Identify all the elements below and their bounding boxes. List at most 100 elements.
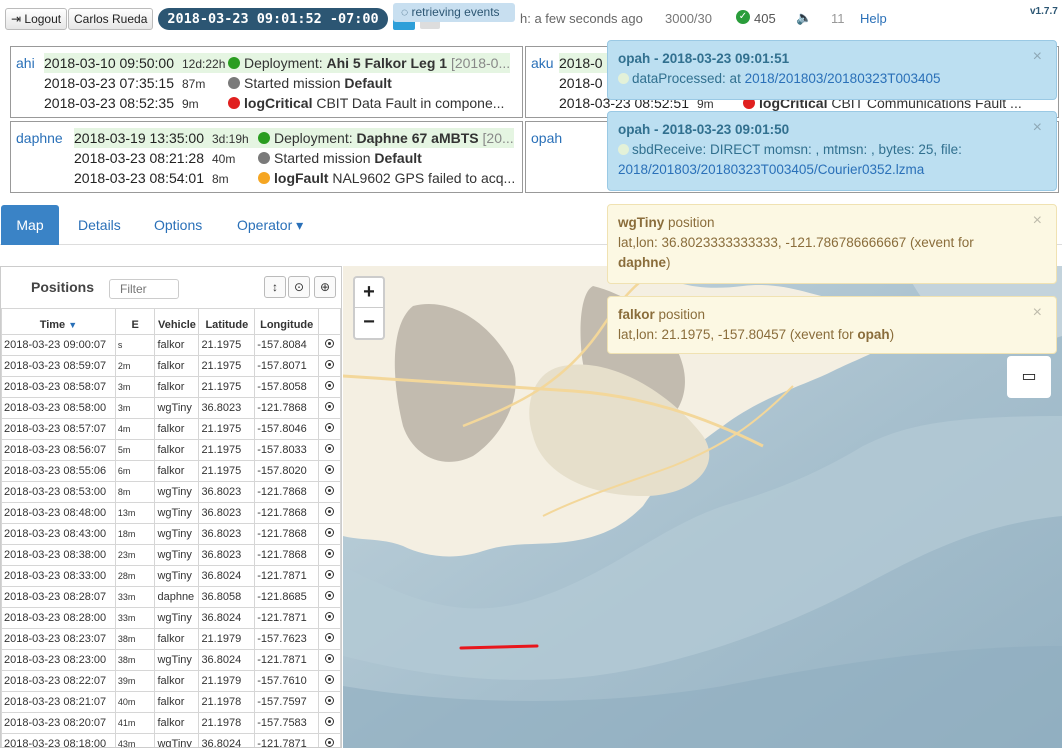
- locate-cell[interactable]: [318, 481, 341, 503]
- locate-cell[interactable]: [318, 586, 341, 608]
- locate-cell[interactable]: [318, 418, 341, 440]
- platform-name[interactable]: opah: [531, 130, 562, 146]
- table-row[interactable]: 2018-03-23 08:22:07 39m falkor 21.1979 -157.…: [1, 670, 341, 692]
- notification-opah-sbdreceive[interactable]: opah - 2018-03-23 09:01:50 sbdReceive: D…: [607, 111, 1057, 191]
- locate-cell[interactable]: [318, 649, 341, 671]
- table-row[interactable]: 2018-03-23 08:28:07 33m daphne 36.8058 -121.…: [1, 586, 341, 608]
- column-vehicle[interactable]: Vehicle: [154, 308, 200, 335]
- table-row[interactable]: 2018-03-23 08:53:00 8m wgTiny 36.8023 -121.7…: [1, 481, 341, 503]
- tab-map[interactable]: Map: [1, 205, 59, 245]
- vertical-resize-icon[interactable]: ↕: [264, 276, 286, 298]
- vehicle-track[interactable]: [459, 644, 539, 650]
- locate-cell[interactable]: [318, 376, 341, 398]
- target-icon[interactable]: [325, 465, 335, 474]
- close-icon[interactable]: ×: [1033, 47, 1042, 67]
- locate-cell[interactable]: [318, 460, 341, 482]
- target-icon[interactable]: [325, 423, 335, 432]
- target-icon[interactable]: [325, 528, 335, 537]
- locate-cell[interactable]: [318, 733, 341, 747]
- locate-cell[interactable]: [318, 439, 341, 461]
- locate-cell[interactable]: [318, 670, 341, 692]
- table-row[interactable]: 2018-03-23 08:38:00 23m wgTiny 36.8023 -121.…: [1, 544, 341, 566]
- column-longitude[interactable]: Longitude: [254, 308, 320, 335]
- locate-cell[interactable]: [318, 397, 341, 419]
- platform-name[interactable]: ahi: [16, 55, 35, 71]
- target-icon[interactable]: [325, 507, 335, 516]
- table-row[interactable]: 2018-03-23 08:33:00 28m wgTiny 36.8024 -121.…: [1, 565, 341, 587]
- table-row[interactable]: 2018-03-23 08:18:00 43m wgTiny 36.8024 -121.…: [1, 733, 341, 747]
- zoom-in-button[interactable]: +: [355, 278, 383, 308]
- cell-longitude: -121.7868: [254, 502, 320, 524]
- target-icon[interactable]: [325, 696, 335, 705]
- column-time[interactable]: Time ▼: [1, 308, 116, 335]
- locate-cell[interactable]: [318, 712, 341, 734]
- platform-name[interactable]: daphne: [16, 130, 63, 146]
- data-link[interactable]: 2018/201803/20180323T003405: [745, 71, 941, 86]
- user-button[interactable]: Carlos Rueda: [68, 8, 154, 30]
- column-e[interactable]: E: [114, 308, 156, 335]
- locate-cell[interactable]: [318, 607, 341, 629]
- ruler-icon[interactable]: ▭: [1007, 356, 1051, 398]
- notification-falkor-position[interactable]: falkor position lat,lon: 21.1975, -157.8…: [607, 296, 1057, 354]
- cell-longitude: -121.7871: [254, 607, 320, 629]
- target-icon[interactable]: [325, 549, 335, 558]
- target-icon[interactable]: [325, 675, 335, 684]
- red-status-icon: [228, 97, 240, 109]
- table-row[interactable]: 2018-03-23 08:57:07 4m falkor 21.1975 -157.8…: [1, 418, 341, 440]
- volume-icon[interactable]: 🔈: [796, 10, 812, 26]
- locate-cell[interactable]: [318, 334, 341, 356]
- target-icon[interactable]: [325, 738, 335, 747]
- table-row[interactable]: 2018-03-23 08:48:00 13m wgTiny 36.8023 -121.…: [1, 502, 341, 524]
- close-icon[interactable]: ×: [1033, 118, 1042, 138]
- target-icon[interactable]: [325, 633, 335, 642]
- close-icon[interactable]: ×: [1033, 211, 1042, 231]
- locate-cell[interactable]: [318, 355, 341, 377]
- zoom-out-button[interactable]: −: [355, 308, 383, 338]
- locate-cell[interactable]: [318, 628, 341, 650]
- table-row[interactable]: 2018-03-23 08:58:00 3m wgTiny 36.8023 -121.7…: [1, 397, 341, 419]
- cell-latitude: 36.8024: [198, 733, 256, 747]
- target-icon[interactable]: [325, 381, 335, 390]
- locate-cell[interactable]: [318, 565, 341, 587]
- table-row[interactable]: 2018-03-23 08:23:07 38m falkor 21.1979 -157.…: [1, 628, 341, 650]
- locate-cell[interactable]: [318, 691, 341, 713]
- table-row[interactable]: 2018-03-23 08:55:06 6m falkor 21.1975 -157.8…: [1, 460, 341, 482]
- tab-details[interactable]: Details: [64, 205, 135, 245]
- cell-time: 2018-03-23 08:28:07: [1, 586, 116, 608]
- target-icon[interactable]: [325, 654, 335, 663]
- target-icon[interactable]: ⊙: [288, 276, 310, 298]
- platform-name[interactable]: aku: [531, 55, 554, 71]
- logout-button[interactable]: ⇥ Logout: [5, 8, 68, 30]
- target-icon[interactable]: [325, 339, 335, 348]
- table-row[interactable]: 2018-03-23 08:21:07 40m falkor 21.1978 -157.…: [1, 691, 341, 713]
- table-row[interactable]: 2018-03-23 08:58:07 3m falkor 21.1975 -157.8…: [1, 376, 341, 398]
- table-row[interactable]: 2018-03-23 08:23:00 38m wgTiny 36.8024 -121.…: [1, 649, 341, 671]
- column-latitude[interactable]: Latitude: [198, 308, 256, 335]
- notification-wgtiny-position[interactable]: wgTiny position lat,lon: 36.802333333333…: [607, 204, 1057, 284]
- table-row[interactable]: 2018-03-23 08:43:00 18m wgTiny 36.8023 -121.…: [1, 523, 341, 545]
- file-link[interactable]: 2018/201803/20180323T003405/Courier0352.…: [618, 162, 924, 177]
- table-row[interactable]: 2018-03-23 08:59:07 2m falkor 21.1975 -157.8…: [1, 355, 341, 377]
- locate-cell[interactable]: [318, 523, 341, 545]
- target-icon[interactable]: [325, 444, 335, 453]
- target-icon[interactable]: [325, 402, 335, 411]
- table-row[interactable]: 2018-03-23 09:00:07 s falkor 21.1975 -157.80…: [1, 334, 341, 356]
- target-icon[interactable]: [325, 591, 335, 600]
- locate-cell[interactable]: [318, 502, 341, 524]
- positions-filter-input[interactable]: [109, 279, 179, 299]
- help-link[interactable]: Help: [860, 11, 887, 26]
- target-icon[interactable]: [325, 717, 335, 726]
- target-icon[interactable]: [325, 612, 335, 621]
- tab-operator[interactable]: Operator ▾: [223, 205, 317, 245]
- target-icon[interactable]: [325, 570, 335, 579]
- crosshair-icon[interactable]: ⊕: [314, 276, 336, 298]
- table-row[interactable]: 2018-03-23 08:56:07 5m falkor 21.1975 -157.8…: [1, 439, 341, 461]
- target-icon[interactable]: [325, 486, 335, 495]
- table-row[interactable]: 2018-03-23 08:20:07 41m falkor 21.1978 -157.…: [1, 712, 341, 734]
- notification-opah-dataprocessed[interactable]: opah - 2018-03-23 09:01:51 dataProcessed…: [607, 40, 1057, 100]
- table-row[interactable]: 2018-03-23 08:28:00 33m wgTiny 36.8024 -121.…: [1, 607, 341, 629]
- close-icon[interactable]: ×: [1033, 303, 1042, 323]
- locate-cell[interactable]: [318, 544, 341, 566]
- tab-options[interactable]: Options: [140, 205, 216, 245]
- target-icon[interactable]: [325, 360, 335, 369]
